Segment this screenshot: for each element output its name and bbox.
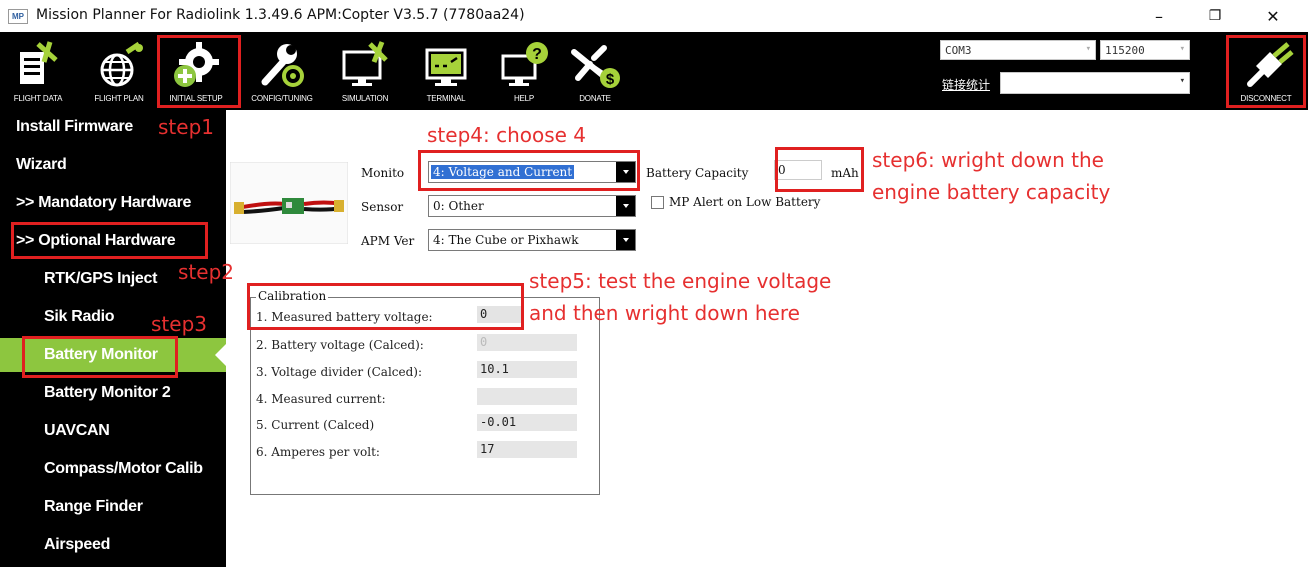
help-icon: ? — [501, 42, 548, 86]
config-tuning-button[interactable]: CONFIG/TUNING — [240, 32, 324, 110]
low-battery-alert-checkbox[interactable] — [651, 196, 664, 209]
flight-plan-button[interactable]: FLIGHT PLAN — [84, 32, 154, 110]
annotation-box-monitor-select — [418, 150, 640, 191]
power-module-image — [230, 162, 348, 244]
app-logo-icon: MP — [8, 9, 28, 24]
apm-version-label: APM Ver — [361, 234, 415, 248]
annotation-step1: step1 — [158, 115, 214, 139]
annotation-step5-line2: and then wright down here — [529, 301, 800, 325]
close-button[interactable]: ✕ — [1250, 0, 1296, 32]
sensor-value: 0: Other — [433, 199, 484, 213]
config-tuning-icon — [261, 44, 304, 87]
donate-icon: $ — [571, 45, 620, 88]
link-stats-link[interactable]: 链接统计 — [942, 76, 990, 93]
annotation-step4: step4: choose 4 — [427, 123, 587, 147]
terminal-label: TERMINAL — [426, 94, 466, 103]
voltage-divider-label: 3. Voltage divider (Calced): — [256, 365, 423, 379]
flight-plan-label: FLIGHT PLAN — [94, 94, 144, 103]
sensor-select[interactable]: 0: Other — [428, 195, 636, 217]
dropdown-arrow-icon — [615, 230, 635, 250]
simulation-label: SIMULATION — [341, 94, 389, 103]
apm-version-select[interactable]: 4: The Cube or Pixhawk — [428, 229, 636, 251]
annotation-box-battery-monitor — [22, 336, 178, 378]
com-port-select[interactable]: COM3 ▾ — [940, 40, 1096, 60]
annotation-box-initial-setup — [157, 35, 241, 108]
window-title: Mission Planner For Radiolink 1.3.49.6 A… — [36, 7, 525, 23]
annotation-box-disconnect — [1226, 35, 1306, 108]
battery-voltage-calced-value: 0 — [477, 334, 577, 351]
terminal-button[interactable]: TERMINAL — [416, 32, 476, 110]
donate-button[interactable]: $ DONATE — [562, 32, 628, 110]
low-battery-alert-label: MP Alert on Low Battery — [669, 195, 821, 209]
config-tuning-label: CONFIG/TUNING — [251, 94, 313, 103]
title-bar: MP Mission Planner For Radiolink 1.3.49.… — [0, 0, 1308, 32]
measured-current-input[interactable] — [477, 388, 577, 405]
minimize-button[interactable]: – — [1136, 0, 1182, 32]
voltage-divider-input[interactable]: 10.1 — [477, 361, 577, 378]
chevron-down-icon: ▾ — [1179, 76, 1185, 86]
apm-version-value: 4: The Cube or Pixhawk — [433, 233, 579, 247]
svg-text:$: $ — [606, 71, 615, 88]
amperes-per-volt-label: 6. Amperes per volt: — [256, 445, 380, 459]
sidebar-item-airspeed[interactable]: Airspeed — [0, 528, 226, 562]
help-button[interactable]: ? HELP — [494, 32, 554, 110]
svg-text:?: ? — [532, 46, 542, 63]
sidebar-item-uavcan[interactable]: UAVCAN — [0, 414, 226, 448]
flight-plan-icon — [100, 41, 143, 87]
annotation-box-measured-voltage — [247, 283, 524, 330]
battery-voltage-calced-label: 2. Battery voltage (Calced): — [256, 338, 424, 352]
simulation-icon — [342, 41, 388, 86]
terminal-icon — [425, 48, 467, 86]
help-label: HELP — [513, 94, 535, 103]
dropdown-arrow-icon — [615, 196, 635, 216]
link-stats-select[interactable]: ▾ — [1000, 72, 1190, 94]
battery-capacity-label: Battery Capacity — [646, 166, 749, 180]
flight-data-icon — [20, 41, 58, 84]
baud-rate-value: 115200 — [1105, 44, 1145, 57]
annotation-step6-line2: engine battery capacity — [872, 180, 1111, 204]
chevron-down-icon: ▾ — [1085, 44, 1091, 54]
donate-label: DONATE — [579, 94, 611, 103]
sidebar-item-wizard[interactable]: Wizard — [0, 148, 226, 182]
battery-monitor-panel: Monito 4: Voltage and Current Sensor 0: … — [226, 110, 1308, 567]
com-port-value: COM3 — [945, 44, 972, 57]
current-calced-value: -0.01 — [477, 414, 577, 431]
annotation-step6-line1: step6: wright down the — [872, 148, 1104, 172]
current-calced-label: 5. Current (Calced) — [256, 418, 375, 432]
baud-rate-select[interactable]: 115200 ▾ — [1100, 40, 1190, 60]
flight-data-button[interactable]: FLIGHT DATA — [8, 32, 68, 110]
annotation-box-optional-hardware — [11, 222, 208, 259]
annotation-step3: step3 — [151, 312, 207, 336]
sidebar-item-compass-motor-calib[interactable]: Compass/Motor Calib — [0, 452, 226, 486]
monitor-label: Monito — [361, 166, 405, 180]
annotation-step5-line1: step5: test the engine voltage — [529, 269, 832, 293]
sensor-label: Sensor — [361, 200, 404, 214]
maximize-button[interactable]: ❐ — [1192, 0, 1238, 32]
sidebar-item-range-finder[interactable]: Range Finder — [0, 490, 226, 524]
annotation-box-battery-capacity — [775, 147, 864, 192]
measured-current-label: 4. Measured current: — [256, 392, 386, 406]
simulation-button[interactable]: SIMULATION — [332, 32, 398, 110]
sidebar-item-battery-monitor-2[interactable]: Battery Monitor 2 — [0, 376, 226, 410]
flight-data-label: FLIGHT DATA — [13, 94, 63, 103]
amperes-per-volt-input[interactable]: 17 — [477, 441, 577, 458]
chevron-down-icon: ▾ — [1179, 44, 1185, 54]
annotation-step2: step2 — [178, 260, 234, 284]
sidebar-item-mandatory-hardware[interactable]: >> Mandatory Hardware — [0, 186, 226, 220]
